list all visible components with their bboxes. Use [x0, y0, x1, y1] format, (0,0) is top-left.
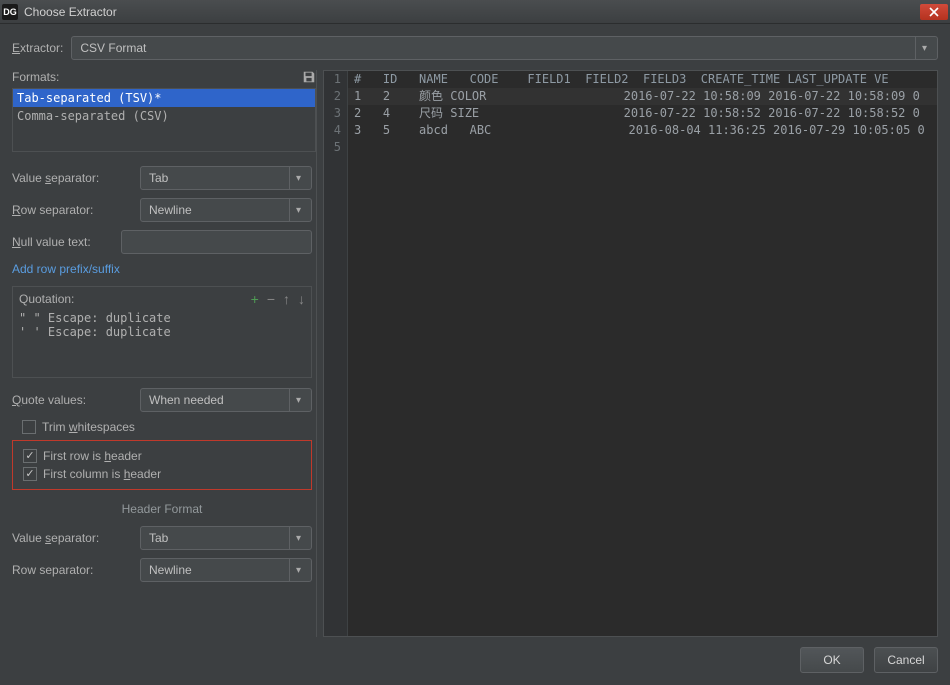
close-icon	[929, 7, 939, 17]
header-format-title: Header Format	[12, 502, 312, 516]
preview-row: 3 5 abcd ABC 2016-08-04 11:36:25 2016-07…	[348, 122, 937, 139]
value-separator-combo[interactable]: Tab	[140, 166, 312, 190]
preview-pane: 12345 # ID NAME CODE FIELD1 FIELD2 FIELD…	[323, 70, 938, 637]
hf-row-separator-label: Row separator:	[12, 563, 132, 577]
first-column-header-label: First column is header	[43, 467, 161, 481]
extractor-combo[interactable]: CSV Format	[71, 36, 938, 60]
header-checkboxes-highlight: First row is header First column is head…	[12, 440, 312, 490]
preview-header-line: # ID NAME CODE FIELD1 FIELD2 FIELD3 CREA…	[348, 71, 937, 88]
chevron-down-icon	[289, 199, 307, 221]
window-title: Choose Extractor	[24, 5, 920, 19]
hf-row-separator-combo[interactable]: Newline	[140, 558, 312, 582]
close-button[interactable]	[920, 4, 948, 20]
line-gutter: 12345	[324, 71, 348, 636]
trim-whitespaces-label: Trim whitespaces	[42, 420, 135, 434]
quote-values-combo[interactable]: When needed	[140, 388, 312, 412]
hf-value-separator-label: Value separator:	[12, 531, 132, 545]
hf-value-separator-combo[interactable]: Tab	[140, 526, 312, 550]
remove-icon: −	[267, 291, 275, 307]
preview-row: 1 2 颜色 COLOR 2016-07-22 10:58:09 2016-07…	[348, 88, 937, 105]
formats-list[interactable]: Tab-separated (TSV)* Comma-separated (CS…	[12, 88, 316, 152]
chevron-down-icon	[289, 527, 307, 549]
titlebar: DG Choose Extractor	[0, 0, 950, 24]
null-value-input[interactable]	[121, 230, 312, 254]
cancel-button[interactable]: Cancel	[874, 647, 938, 673]
first-row-header-label: First row is header	[43, 449, 142, 463]
quotation-item[interactable]: " " Escape: duplicate	[19, 311, 305, 325]
chevron-down-icon	[915, 37, 933, 59]
arrow-up-icon: ↑	[283, 291, 290, 307]
row-separator-label: Row separator:	[12, 203, 132, 217]
null-value-label: Null value text:	[12, 235, 113, 249]
format-item-tsv[interactable]: Tab-separated (TSV)*	[13, 89, 315, 107]
format-item-csv[interactable]: Comma-separated (CSV)	[13, 107, 315, 125]
arrow-down-icon: ↓	[298, 291, 305, 307]
add-prefix-suffix-link[interactable]: Add row prefix/suffix	[12, 262, 312, 276]
value-separator-label: Value separator:	[12, 171, 132, 185]
first-row-header-checkbox[interactable]	[23, 449, 37, 463]
add-icon[interactable]: +	[251, 291, 259, 307]
chevron-down-icon	[289, 167, 307, 189]
extractor-label: Extractor:	[12, 41, 63, 55]
quote-values-label: Quote values:	[12, 393, 132, 407]
quotation-list[interactable]: " " Escape: duplicate ' ' Escape: duplic…	[19, 311, 305, 371]
preview-row: 2 4 尺码 SIZE 2016-07-22 10:58:52 2016-07-…	[348, 105, 937, 122]
app-icon: DG	[2, 4, 18, 20]
ok-button[interactable]: OK	[800, 647, 864, 673]
row-separator-combo[interactable]: Newline	[140, 198, 312, 222]
formats-label: Formats:	[12, 70, 59, 84]
trim-whitespaces-checkbox[interactable]	[22, 420, 36, 434]
chevron-down-icon	[289, 559, 307, 581]
save-icon[interactable]	[302, 70, 316, 84]
quotation-item[interactable]: ' ' Escape: duplicate	[19, 325, 305, 339]
quotation-label: Quotation:	[19, 292, 251, 306]
preview-row	[348, 139, 937, 156]
chevron-down-icon	[289, 389, 307, 411]
first-column-header-checkbox[interactable]	[23, 467, 37, 481]
